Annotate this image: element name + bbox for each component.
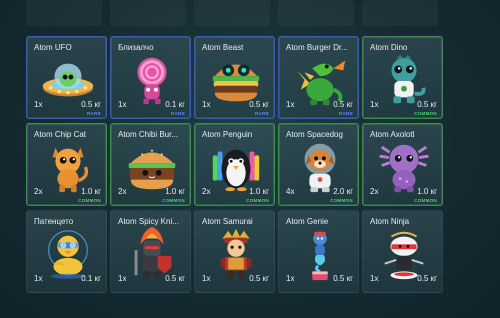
item-quantity: 1x <box>202 100 211 109</box>
bg-tile <box>278 0 354 26</box>
item-quantity: 2x <box>202 187 211 196</box>
item-weight: 1.0 кг <box>165 187 185 196</box>
inventory-item-card[interactable]: Atom Burger Dr... 1x 0.5 кг RARE <box>278 36 359 119</box>
item-quantity: 2x <box>370 187 379 196</box>
rarity-badge: COMMON <box>414 111 437 116</box>
inventory-item-card[interactable]: Atom Dino 1x 0.5 кг COMMON <box>362 36 443 119</box>
item-weight: 1.0 кг <box>417 187 437 196</box>
inventory-item-card[interactable]: Патенцето 1x 0.1 кг <box>26 210 107 293</box>
bg-tile <box>362 0 438 26</box>
item-weight: 0.5 кг <box>81 100 101 109</box>
item-weight: 2.0 кг <box>333 187 353 196</box>
item-quantity: 1x <box>370 100 379 109</box>
rarity-badge: COMMON <box>78 198 101 203</box>
item-weight: 0.1 кг <box>165 100 185 109</box>
item-quantity: 1x <box>34 274 43 283</box>
rarity-badge: COMMON <box>162 198 185 203</box>
inventory-item-card[interactable]: Atom Genie 1x 0.5 кг <box>278 210 359 293</box>
item-weight: 0.5 кг <box>417 274 437 283</box>
item-quantity: 1x <box>286 274 295 283</box>
inventory-grid: Atom UFO 1x 0.5 кг RARE Близалчо 1x 0.1 … <box>26 36 443 293</box>
inventory-item-card[interactable]: Atom Penguin 2x 1.0 кг COMMON <box>194 123 275 206</box>
inventory-item-card[interactable]: Atom Spacedog 4x 2.0 кг COMMON <box>278 123 359 206</box>
item-weight: 0.5 кг <box>333 274 353 283</box>
item-quantity: 1x <box>118 274 127 283</box>
inventory-item-card[interactable]: Atom Samurai 1x 0.5 кг <box>194 210 275 293</box>
item-weight: 0.5 кг <box>333 100 353 109</box>
rarity-badge: RARE <box>87 111 101 116</box>
inventory-item-card[interactable]: Atom Chip Cat 2x 1.0 кг COMMON <box>26 123 107 206</box>
inventory-item-card[interactable]: Atom Ninja 1x 0.5 кг <box>362 210 443 293</box>
bg-tile <box>194 0 270 26</box>
item-weight: 0.5 кг <box>249 274 269 283</box>
item-quantity: 1x <box>286 100 295 109</box>
item-quantity: 1x <box>202 274 211 283</box>
item-weight: 0.1 кг <box>81 274 101 283</box>
item-quantity: 4x <box>286 187 295 196</box>
inventory-item-card[interactable]: Atom Chibi Bur... 2x 1.0 кг COMMON <box>110 123 191 206</box>
rarity-badge: COMMON <box>414 198 437 203</box>
inventory-item-card[interactable]: Близалчо 1x 0.1 кг RARE <box>110 36 191 119</box>
item-quantity: 2x <box>34 187 43 196</box>
rarity-badge: RARE <box>171 111 185 116</box>
item-quantity: 2x <box>118 187 127 196</box>
inventory-item-card[interactable]: Atom UFO 1x 0.5 кг RARE <box>26 36 107 119</box>
inventory-item-card[interactable]: Atom Axolotl 2x 1.0 кг COMMON <box>362 123 443 206</box>
inventory-item-card[interactable]: Atom Spicy Kni... 1x 0.5 кг <box>110 210 191 293</box>
rarity-badge: RARE <box>255 111 269 116</box>
inventory-item-card[interactable]: Atom Beast 1x 0.5 кг RARE <box>194 36 275 119</box>
item-quantity: 1x <box>118 100 127 109</box>
rarity-badge: COMMON <box>330 198 353 203</box>
bg-tile <box>26 0 102 26</box>
item-weight: 0.5 кг <box>417 100 437 109</box>
bg-tile <box>110 0 186 26</box>
item-weight: 1.0 кг <box>81 187 101 196</box>
item-weight: 0.5 кг <box>249 100 269 109</box>
rarity-badge: RARE <box>339 111 353 116</box>
item-quantity: 1x <box>370 274 379 283</box>
item-weight: 1.0 кг <box>249 187 269 196</box>
item-quantity: 1x <box>34 100 43 109</box>
rarity-badge: COMMON <box>246 198 269 203</box>
item-weight: 0.5 кг <box>165 274 185 283</box>
